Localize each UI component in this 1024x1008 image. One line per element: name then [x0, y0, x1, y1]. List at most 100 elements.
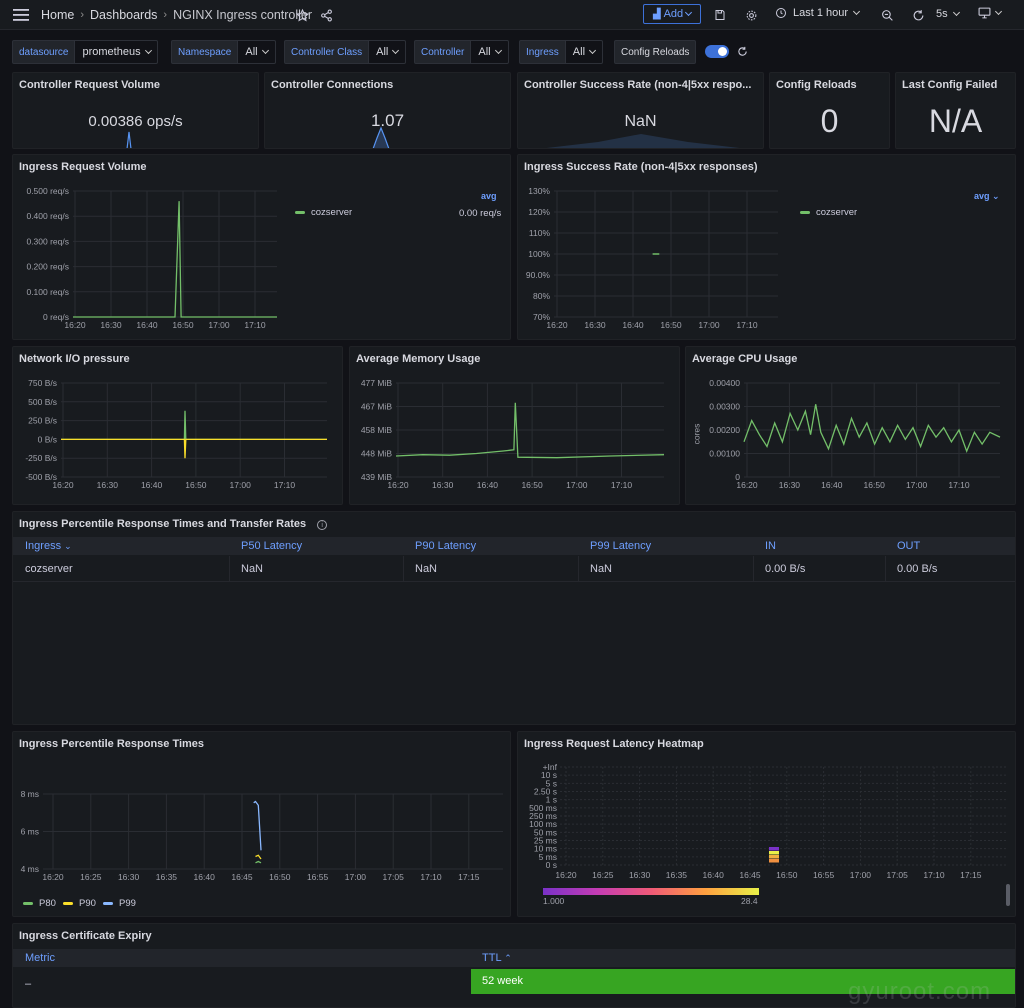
panel-average-cpu[interactable]: Average CPU Usage 0.00400 0.00300 0.00200 0…: [685, 346, 1016, 505]
series-line: [73, 201, 277, 318]
legend-value: 0.00 req/s: [459, 208, 502, 219]
variable-label: Controller: [414, 40, 472, 64]
panel-title: Controller Connections: [271, 79, 394, 91]
stat-controller-connections[interactable]: Controller Connections 1.07: [264, 72, 511, 149]
refresh-icon[interactable]: [737, 46, 748, 64]
legend-item[interactable]: cozserver: [295, 207, 352, 218]
variable-select[interactable]: All: [471, 40, 509, 64]
tv-mode-button[interactable]: [978, 7, 1003, 19]
top-nav-bar: Home › Dashboards › NGINX Ingress contro…: [0, 0, 1024, 30]
column-header-in[interactable]: IN: [765, 540, 776, 552]
panel-latency-heatmap[interactable]: Ingress Request Latency Heatmap +Inf 10 s…: [517, 731, 1016, 917]
variable-namespace[interactable]: Namespace All: [171, 40, 276, 64]
series-line: [61, 410, 327, 441]
menu-icon[interactable]: [12, 7, 30, 23]
panel-ingress-request-volume[interactable]: Ingress Request Volume 0.500 req/s 0.400 …: [12, 154, 511, 340]
sparkline: [546, 134, 740, 148]
heatmap-cell: [769, 851, 779, 855]
column-header-p50[interactable]: P50 Latency: [241, 540, 302, 552]
y-tick-label: 0.100 req/s: [26, 287, 69, 297]
refresh-icon[interactable]: [908, 5, 928, 25]
sparkline: [372, 126, 390, 148]
x-tick-label: 17:05: [383, 872, 405, 882]
x-tick-label: 17:10: [611, 480, 633, 490]
y-tick-label: 448 MiB: [361, 449, 393, 459]
variable-select[interactable]: All: [565, 40, 604, 64]
variable-controller-class[interactable]: Controller Class All: [284, 40, 407, 64]
legend-item-p80[interactable]: P80: [23, 898, 56, 909]
column-header-metric[interactable]: Metric: [25, 952, 55, 964]
x-tick-label: 16:25: [80, 872, 102, 882]
column-header-p99[interactable]: P99 Latency: [590, 540, 651, 552]
zoom-out-icon[interactable]: [877, 5, 897, 25]
column-header-ingress[interactable]: Ingress ⌄: [25, 540, 72, 552]
gear-icon[interactable]: [741, 5, 761, 25]
column-header-out[interactable]: OUT: [897, 540, 920, 552]
time-range-picker[interactable]: Last 1 hour: [775, 7, 861, 19]
stat-config-reloads[interactable]: Config Reloads 0: [769, 72, 890, 149]
x-tick-label: 16:55: [813, 870, 835, 880]
add-button[interactable]: ▟ Add: [643, 4, 701, 24]
x-tick-label: 16:50: [521, 480, 543, 490]
breadcrumb-separator-icon: ›: [163, 9, 168, 21]
y-tick-label: 0.400 req/s: [26, 211, 69, 221]
chevron-down-icon: [588, 46, 597, 55]
x-tick-label: 16:40: [477, 480, 499, 490]
stat-last-config-failed[interactable]: Last Config Failed N/A: [895, 72, 1016, 149]
heatmap-cell: [769, 855, 779, 859]
variable-label: Namespace: [171, 40, 239, 64]
x-tick-label: 16:20: [52, 480, 74, 490]
panel-title: Config Reloads: [776, 79, 857, 91]
info-icon[interactable]: i: [317, 520, 328, 530]
x-tick-label: 17:00: [345, 872, 367, 882]
legend-series-name: cozserver: [816, 207, 858, 218]
variable-ingress[interactable]: Ingress All: [519, 40, 604, 64]
variable-datasource[interactable]: datasource prometheus: [12, 40, 159, 64]
y-tick-label: 0.00400: [709, 378, 740, 388]
panel-network-io[interactable]: Network I/O pressure 750 B/s 500 B/s 250 B…: [12, 346, 343, 505]
variable-controller[interactable]: Controller All: [414, 40, 509, 64]
variable-select[interactable]: All: [238, 40, 276, 64]
panel-percentile-response-times[interactable]: Ingress Percentile Response Times 8 ms 6 …: [12, 731, 511, 917]
column-header-ttl[interactable]: TTL ⌃: [482, 952, 512, 964]
x-tick-label: 16:20: [64, 320, 86, 330]
variables-bar: datasource prometheus Namespace All Cont…: [12, 40, 1012, 64]
variable-label: datasource: [12, 40, 76, 64]
scrollbar[interactable]: [1006, 884, 1010, 906]
share-icon[interactable]: [316, 5, 336, 25]
x-tick-label: 17:10: [420, 872, 442, 882]
save-icon[interactable]: [710, 5, 730, 25]
y-tick-label: 0.300 req/s: [26, 236, 69, 246]
variable-select[interactable]: All: [369, 40, 407, 64]
star-icon[interactable]: [292, 5, 312, 25]
legend-mode-label[interactable]: avg: [481, 191, 497, 201]
x-tick-label: 17:10: [948, 480, 970, 490]
breadcrumb-home[interactable]: Home: [41, 8, 74, 22]
y-tick-label: 477 MiB: [361, 378, 393, 388]
add-panel-icon: ▟: [652, 8, 661, 20]
panel-average-memory[interactable]: Average Memory Usage 477 MiB 467 MiB 458 M…: [349, 346, 680, 505]
refresh-interval-picker[interactable]: 5s: [936, 8, 960, 20]
y-tick-label: 458 MiB: [361, 425, 393, 435]
panel-title: Ingress Certificate Expiry: [19, 930, 152, 942]
stat-controller-request-volume[interactable]: Controller Request Volume 0.00386 ops/s: [12, 72, 259, 149]
stat-controller-success-rate[interactable]: Controller Success Rate (non-4|5xx respo…: [517, 72, 764, 149]
y-tick-label: 0 s: [546, 860, 557, 870]
config-reloads-toggle[interactable]: [705, 45, 730, 58]
y-axis-label: cores: [691, 423, 702, 445]
legend-item-p90[interactable]: P90: [63, 898, 96, 909]
column-header-p90[interactable]: P90 Latency: [415, 540, 476, 552]
legend-item[interactable]: cozserver: [800, 207, 857, 218]
scale-max-label: 28.4: [741, 896, 758, 906]
legend-item-p99[interactable]: P99: [103, 898, 136, 909]
breadcrumb-dashboards[interactable]: Dashboards: [90, 8, 157, 22]
panel-percentile-table[interactable]: Ingress Percentile Response Times and Tr…: [12, 511, 1016, 725]
variable-select[interactable]: prometheus: [75, 40, 159, 64]
y-tick-label: -250 B/s: [25, 453, 57, 463]
panel-ingress-success-rate[interactable]: Ingress Success Rate (non-4|5xx response…: [517, 154, 1016, 340]
x-tick-label: 17:10: [274, 480, 296, 490]
legend-mode-label[interactable]: avg ⌄: [974, 191, 1000, 202]
table-cell: cozserver: [25, 563, 73, 575]
x-tick-label: 16:50: [660, 320, 682, 330]
chevron-down-icon: [952, 8, 960, 17]
